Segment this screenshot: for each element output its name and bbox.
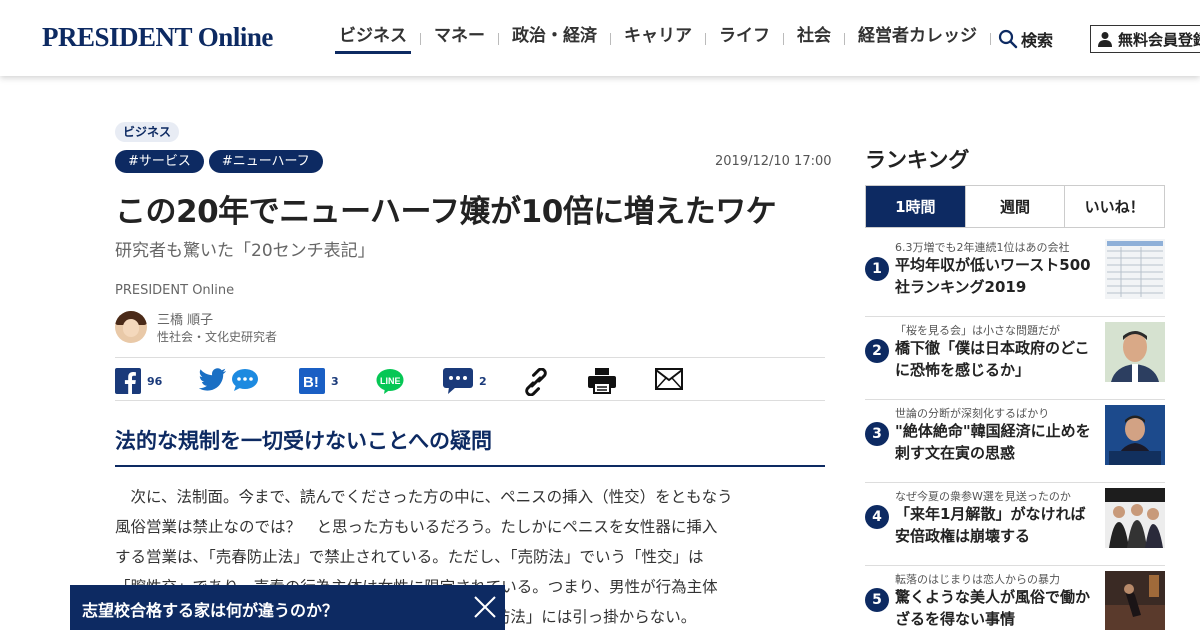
rank-headline[interactable]: 橋下徹「僕は日本政府のどこに恐怖を感じるか」 xyxy=(895,337,1100,381)
body-line: 風俗営業は禁止なのでは？ と思った方もいるだろう。たしかにペニスを女性器に挿入 xyxy=(115,518,718,536)
body-line: 次に、法制面。今まで、読んでくださった方の中に、ペニスの挿入（性交）をともなう xyxy=(115,488,733,506)
facebook-count: 96 xyxy=(147,374,163,388)
promo-banner[interactable]: 志望校合格する家は何が違うのか？ xyxy=(70,585,505,630)
nav-item-career[interactable]: キャリア xyxy=(620,24,696,54)
tab-1-hour[interactable]: 1時間 xyxy=(866,186,965,227)
copy-link-button[interactable] xyxy=(522,368,550,396)
nav-separator xyxy=(610,33,611,45)
article-title: この20年でニューハーフ嬢が10倍に増えたワケ xyxy=(115,194,777,230)
article-source: PRESIDENT Online xyxy=(115,283,235,298)
nav-separator xyxy=(705,33,706,45)
ranking-item[interactable]: 2 「桜を見る会」は小さな問題だが 橋下徹「僕は日本政府のどこに恐怖を感じるか」 xyxy=(865,320,1165,400)
twitter-comment-icon[interactable] xyxy=(231,368,259,392)
rank-number: 4 xyxy=(865,505,889,529)
ranking-item[interactable]: 5 転落のはじまりは恋人からの暴力 驚くような美人が風俗で働かざるを得ない事情 xyxy=(865,569,1165,630)
nav-separator xyxy=(844,33,845,45)
tag-service[interactable]: #サービス xyxy=(115,150,204,173)
line-share-button[interactable]: LINE xyxy=(376,368,404,394)
nav-separator xyxy=(783,33,784,45)
section-heading: 法的な規制を一切受けないことへの疑問 xyxy=(115,429,492,453)
rank-number: 2 xyxy=(865,339,889,363)
publish-date: 2019/12/10 17:00 xyxy=(715,154,832,169)
ranking-title: ランキング xyxy=(865,148,970,172)
comment-button[interactable]: 2 xyxy=(443,368,487,394)
rank-number: 3 xyxy=(865,422,889,446)
register-label: 無料会員登録 xyxy=(1118,30,1200,49)
nav-item-society[interactable]: 社会 xyxy=(793,24,835,54)
share-bar: 96 B! 3 LINE 2 xyxy=(115,357,825,401)
twitter-icon xyxy=(199,368,226,391)
rank-headline[interactable]: 平均年収が低いワースト500社ランキング2019 xyxy=(895,254,1100,298)
category-badge[interactable]: ビジネス xyxy=(115,122,180,142)
register-button[interactable]: 無料会員登録 xyxy=(1090,25,1200,53)
rank-kicker: 「桜を見る会」は小さな問題だが xyxy=(895,324,1060,337)
ranking-tabs: 1時間 週間 いいね！ xyxy=(865,185,1165,228)
author-role: 性社会・文化史研究者 xyxy=(157,330,278,344)
rank-headline[interactable]: 「来年1月解散」がなければ安倍政権は崩壊する xyxy=(895,503,1100,547)
ranking-item[interactable]: 3 世論の分断が深刻化するばかり "絶体絶命"韓国経済に止めを刺す文在寅の思惑 xyxy=(865,403,1165,483)
search-icon xyxy=(998,29,1018,49)
rank-thumbnail-street[interactable] xyxy=(1105,571,1165,630)
tab-weekly[interactable]: 週間 xyxy=(964,186,1065,227)
nav-item-executive-college[interactable]: 経営者カレッジ xyxy=(854,24,981,54)
nav-item-business[interactable]: ビジネス xyxy=(335,24,411,54)
site-logo[interactable]: PRESIDENT Online xyxy=(42,22,273,53)
rank-kicker: 6.3万増でも2年連続1位はあの会社 xyxy=(895,241,1070,254)
rank-kicker: 世論の分断が深刻化するばかり xyxy=(895,407,1050,420)
nav-item-politics-economy[interactable]: 政治・経済 xyxy=(508,24,601,54)
tag-list: #サービス #ニューハーフ xyxy=(115,150,323,173)
twitter-share-button[interactable] xyxy=(199,368,259,392)
author-info: 三橋 順子 性社会・文化史研究者 xyxy=(157,312,277,346)
section-divider xyxy=(115,465,825,467)
article-subtitle: 研究者も驚いた「20センチ表記」 xyxy=(115,241,375,261)
facebook-share-button[interactable]: 96 xyxy=(115,368,162,394)
hatena-bookmark-button[interactable]: B! 3 xyxy=(299,368,339,394)
nav-separator xyxy=(498,33,499,45)
rank-thumbnail-crowd[interactable] xyxy=(1105,488,1165,548)
comment-icon xyxy=(443,368,473,394)
nav-separator xyxy=(420,33,421,45)
close-icon[interactable] xyxy=(472,594,498,620)
rank-kicker: 転落のはじまりは恋人からの暴力 xyxy=(895,573,1060,586)
search-button[interactable]: 検索 xyxy=(998,27,1053,51)
hatena-bookmark-icon: B! xyxy=(299,368,325,394)
nav-separator xyxy=(990,33,991,45)
tab-likes[interactable]: いいね！ xyxy=(1064,186,1164,227)
comment-count: 2 xyxy=(479,374,487,388)
promo-banner-text[interactable]: 志望校合格する家は何が違うのか？ xyxy=(82,597,338,621)
rank-number: 5 xyxy=(865,588,889,612)
author-name[interactable]: 三橋 順子 xyxy=(157,312,277,329)
author-avatar[interactable] xyxy=(115,311,147,343)
site-header: PRESIDENT Online ビジネス マネー 政治・経済 キャリア ライフ… xyxy=(0,0,1200,76)
email-share-button[interactable] xyxy=(655,368,683,390)
print-icon xyxy=(588,368,616,394)
rank-headline[interactable]: "絶体絶命"韓国経済に止めを刺す文在寅の思惑 xyxy=(895,420,1100,464)
user-icon xyxy=(1098,32,1112,47)
nav-item-money[interactable]: マネー xyxy=(430,24,489,54)
rank-thumbnail-table[interactable] xyxy=(1105,239,1165,299)
rank-thumbnail-podium[interactable] xyxy=(1105,405,1165,465)
line-icon: LINE xyxy=(376,369,404,394)
rank-headline[interactable]: 驚くような美人が風俗で働かざるを得ない事情 xyxy=(895,586,1100,630)
hatena-count: 3 xyxy=(331,374,339,388)
rank-thumbnail-portrait[interactable] xyxy=(1105,322,1165,382)
svg-text:LINE: LINE xyxy=(380,376,401,386)
search-label: 検索 xyxy=(1021,31,1054,50)
svg-text:B!: B! xyxy=(303,374,319,391)
main-nav: ビジネス マネー 政治・経済 キャリア ライフ 社会 経営者カレッジ xyxy=(335,24,1000,54)
nav-item-life[interactable]: ライフ xyxy=(715,24,774,54)
ranking-item[interactable]: 4 なぜ今夏の衆参W選を見送ったのか 「来年1月解散」がなければ安倍政権は崩壊す… xyxy=(865,486,1165,566)
ranking-item[interactable]: 1 6.3万増でも2年連続1位はあの会社 平均年収が低いワースト500社ランキン… xyxy=(865,237,1165,317)
link-icon xyxy=(525,368,547,396)
mail-icon xyxy=(655,368,683,390)
tag-newhalf[interactable]: #ニューハーフ xyxy=(208,150,323,173)
facebook-icon xyxy=(115,368,141,394)
print-button[interactable] xyxy=(588,368,616,394)
body-line: する営業は、「売春防止法」で禁止されている。ただし、「売防法」でいう「性交」は xyxy=(115,548,704,566)
rank-number: 1 xyxy=(865,257,889,281)
rank-kicker: なぜ今夏の衆参W選を見送ったのか xyxy=(895,490,1071,503)
